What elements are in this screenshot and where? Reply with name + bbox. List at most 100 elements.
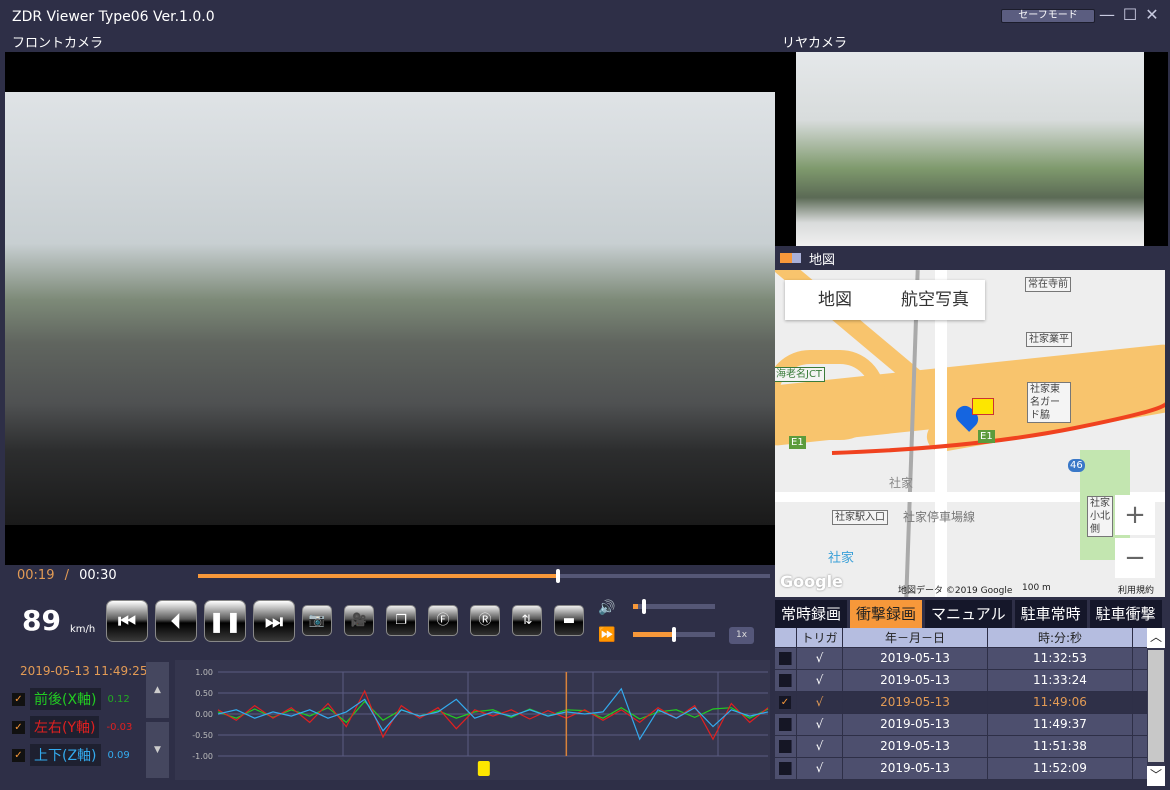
column-header[interactable]: 年－月－日 — [843, 628, 988, 647]
seek-thumb[interactable] — [556, 569, 561, 583]
axis-x-checkbox[interactable]: ✓ — [12, 692, 25, 706]
seek-bar[interactable] — [198, 569, 770, 583]
flip-icon[interactable]: ⇅ — [512, 605, 542, 636]
volume-slider[interactable] — [633, 599, 715, 614]
google-logo: Google — [780, 572, 843, 591]
close-icon[interactable]: ✕ — [1143, 6, 1161, 24]
rear-camera-video[interactable] — [775, 52, 1168, 246]
row-checkbox[interactable] — [779, 762, 792, 775]
current-time: 00:19 — [17, 568, 55, 583]
map-label: 社家小北側 — [1087, 496, 1113, 537]
trigger-cell: √ — [797, 758, 843, 779]
column-header[interactable]: トリガ — [797, 628, 843, 647]
time-cell: 11:33:24 — [988, 670, 1133, 691]
axis-y-value: -0.03 — [106, 721, 133, 733]
map-label: 海老名JCT — [775, 367, 826, 382]
record-tab[interactable]: 駐車常時 — [1014, 600, 1087, 628]
map-tab-aerial[interactable]: 航空写真 — [885, 280, 985, 320]
gsensor-graph[interactable]: 1.00 0.50 0.00 -0.50 -1.00 — [175, 660, 770, 780]
record-tab[interactable]: 駐車衝撃 — [1089, 600, 1162, 628]
scroll-down-button[interactable]: ▼ — [146, 722, 169, 778]
video-camera-icon[interactable]: 🎥 — [344, 605, 374, 636]
row-checkbox[interactable] — [779, 740, 792, 753]
time-cell: 11:49:37 — [988, 714, 1133, 735]
row-checkbox[interactable] — [779, 718, 792, 731]
y-tick-label: -0.50 — [192, 731, 213, 740]
fast-forward-icon: ⏩ — [598, 627, 616, 643]
table-row[interactable]: √ 2019-05-13 11:52:09 — [775, 758, 1147, 780]
playback-rate-slider[interactable] — [633, 627, 715, 642]
minimize-icon[interactable]: — — [1098, 6, 1116, 24]
axis-x-label: 前後(X軸) — [30, 688, 101, 710]
column-header[interactable] — [775, 628, 797, 647]
scroll-up-icon[interactable]: ︿ — [1147, 628, 1165, 648]
volume-fill — [633, 604, 638, 609]
axis-z-checkbox[interactable]: ✓ — [12, 748, 25, 762]
pause-icon[interactable]: ❚❚ — [204, 600, 246, 642]
trigger-cell: √ — [797, 736, 843, 757]
scroll-thumb[interactable] — [1148, 650, 1164, 762]
event-marker-icon[interactable] — [972, 398, 994, 415]
step-back-icon[interactable]: ⏴ — [155, 600, 197, 642]
map-view[interactable]: 地図 航空写真 常在寺前 社家業平 社家東名ガード脇 海老名JCT E1 E1 … — [775, 270, 1165, 597]
zoom-in-button[interactable]: + — [1115, 495, 1155, 535]
row-checkbox[interactable] — [779, 652, 792, 665]
folder-icon[interactable]: ▬ — [554, 605, 584, 636]
date-cell: 2019-05-13 — [843, 648, 988, 669]
copy-windows-icon[interactable]: ❐ — [386, 605, 416, 636]
trigger-cell: √ — [797, 692, 843, 713]
map-label: 社家業平 — [1026, 332, 1072, 347]
record-tab[interactable]: マニュアル — [925, 600, 1012, 628]
map-toggle-icon[interactable] — [780, 253, 792, 263]
axis-z-label: 上下(Z軸) — [30, 744, 101, 766]
app-title: ZDR Viewer Type06 Ver.1.0.0 — [12, 9, 215, 25]
axis-x-value: 0.12 — [107, 693, 130, 705]
safe-mode-button[interactable]: セーフモード — [1001, 9, 1095, 23]
table-row[interactable]: √ 2019-05-13 11:32:53 — [775, 648, 1147, 670]
table-row[interactable]: ✓ √ 2019-05-13 11:49:06 — [775, 692, 1147, 714]
record-tab[interactable]: 常時録画 — [775, 600, 848, 628]
camera-icon[interactable]: 📷 — [302, 605, 332, 636]
rear-camera-label: リヤカメラ — [782, 36, 848, 51]
record-tab[interactable]: 衝撃録画 — [850, 600, 923, 628]
volume-icon[interactable]: 🔊 — [598, 600, 615, 616]
row-checkbox[interactable] — [779, 674, 792, 687]
gsensor-datetime: 2019-05-13 11:49:25 — [20, 664, 148, 678]
zoom-out-button[interactable]: − — [1115, 538, 1155, 578]
map-tab-map[interactable]: 地図 — [785, 280, 885, 320]
scroll-up-button[interactable]: ▲ — [146, 662, 169, 718]
skip-start-icon[interactable]: ⏮ — [106, 600, 148, 642]
trigger-cell: √ — [797, 648, 843, 669]
axis-y-row: ✓ 左右(Y軸) -0.03 — [12, 716, 132, 738]
table-scrollbar[interactable]: ︿ ﹀ — [1147, 628, 1165, 786]
date-cell: 2019-05-13 — [843, 692, 988, 713]
rear-rotate-icon[interactable]: Ⓡ — [470, 605, 500, 636]
axis-y-checkbox[interactable]: ✓ — [12, 720, 25, 734]
map-label: E1 — [978, 430, 995, 443]
table-row[interactable]: √ 2019-05-13 11:49:37 — [775, 714, 1147, 736]
map-label: 社家 — [828, 551, 855, 566]
axis-z-value: 0.09 — [107, 749, 130, 761]
map-terms-link[interactable]: 利用規約 — [1118, 583, 1154, 596]
volume-thumb[interactable] — [641, 599, 646, 614]
table-row[interactable]: √ 2019-05-13 11:51:38 — [775, 736, 1147, 758]
y-tick-label: 0.00 — [195, 710, 213, 719]
map-label: 社家東名ガード脇 — [1027, 382, 1071, 423]
front-camera-video[interactable] — [5, 52, 775, 565]
time-cell: 11:32:53 — [988, 648, 1133, 669]
rate-label[interactable]: 1x — [729, 627, 754, 644]
scroll-down-icon[interactable]: ﹀ — [1147, 766, 1165, 786]
column-header[interactable]: 時:分:秒 — [988, 628, 1133, 647]
date-cell: 2019-05-13 — [843, 714, 988, 735]
front-rotate-icon[interactable]: Ⓕ — [428, 605, 458, 636]
record-tabs: 常時録画 衝撃録画 マニュアル 駐車常時 駐車衝撃 — [775, 600, 1162, 628]
skip-end-icon[interactable]: ⏭ — [253, 600, 295, 642]
front-camera-label: フロントカメラ — [12, 36, 104, 51]
row-checkbox[interactable]: ✓ — [779, 696, 792, 709]
map-label: 社家停車場線 — [903, 510, 976, 524]
rate-thumb[interactable] — [672, 627, 676, 642]
series-line — [217, 689, 769, 741]
rear-video-frame — [796, 52, 1144, 246]
table-row[interactable]: √ 2019-05-13 11:33:24 — [775, 670, 1147, 692]
maximize-icon[interactable]: ☐ — [1121, 6, 1139, 24]
